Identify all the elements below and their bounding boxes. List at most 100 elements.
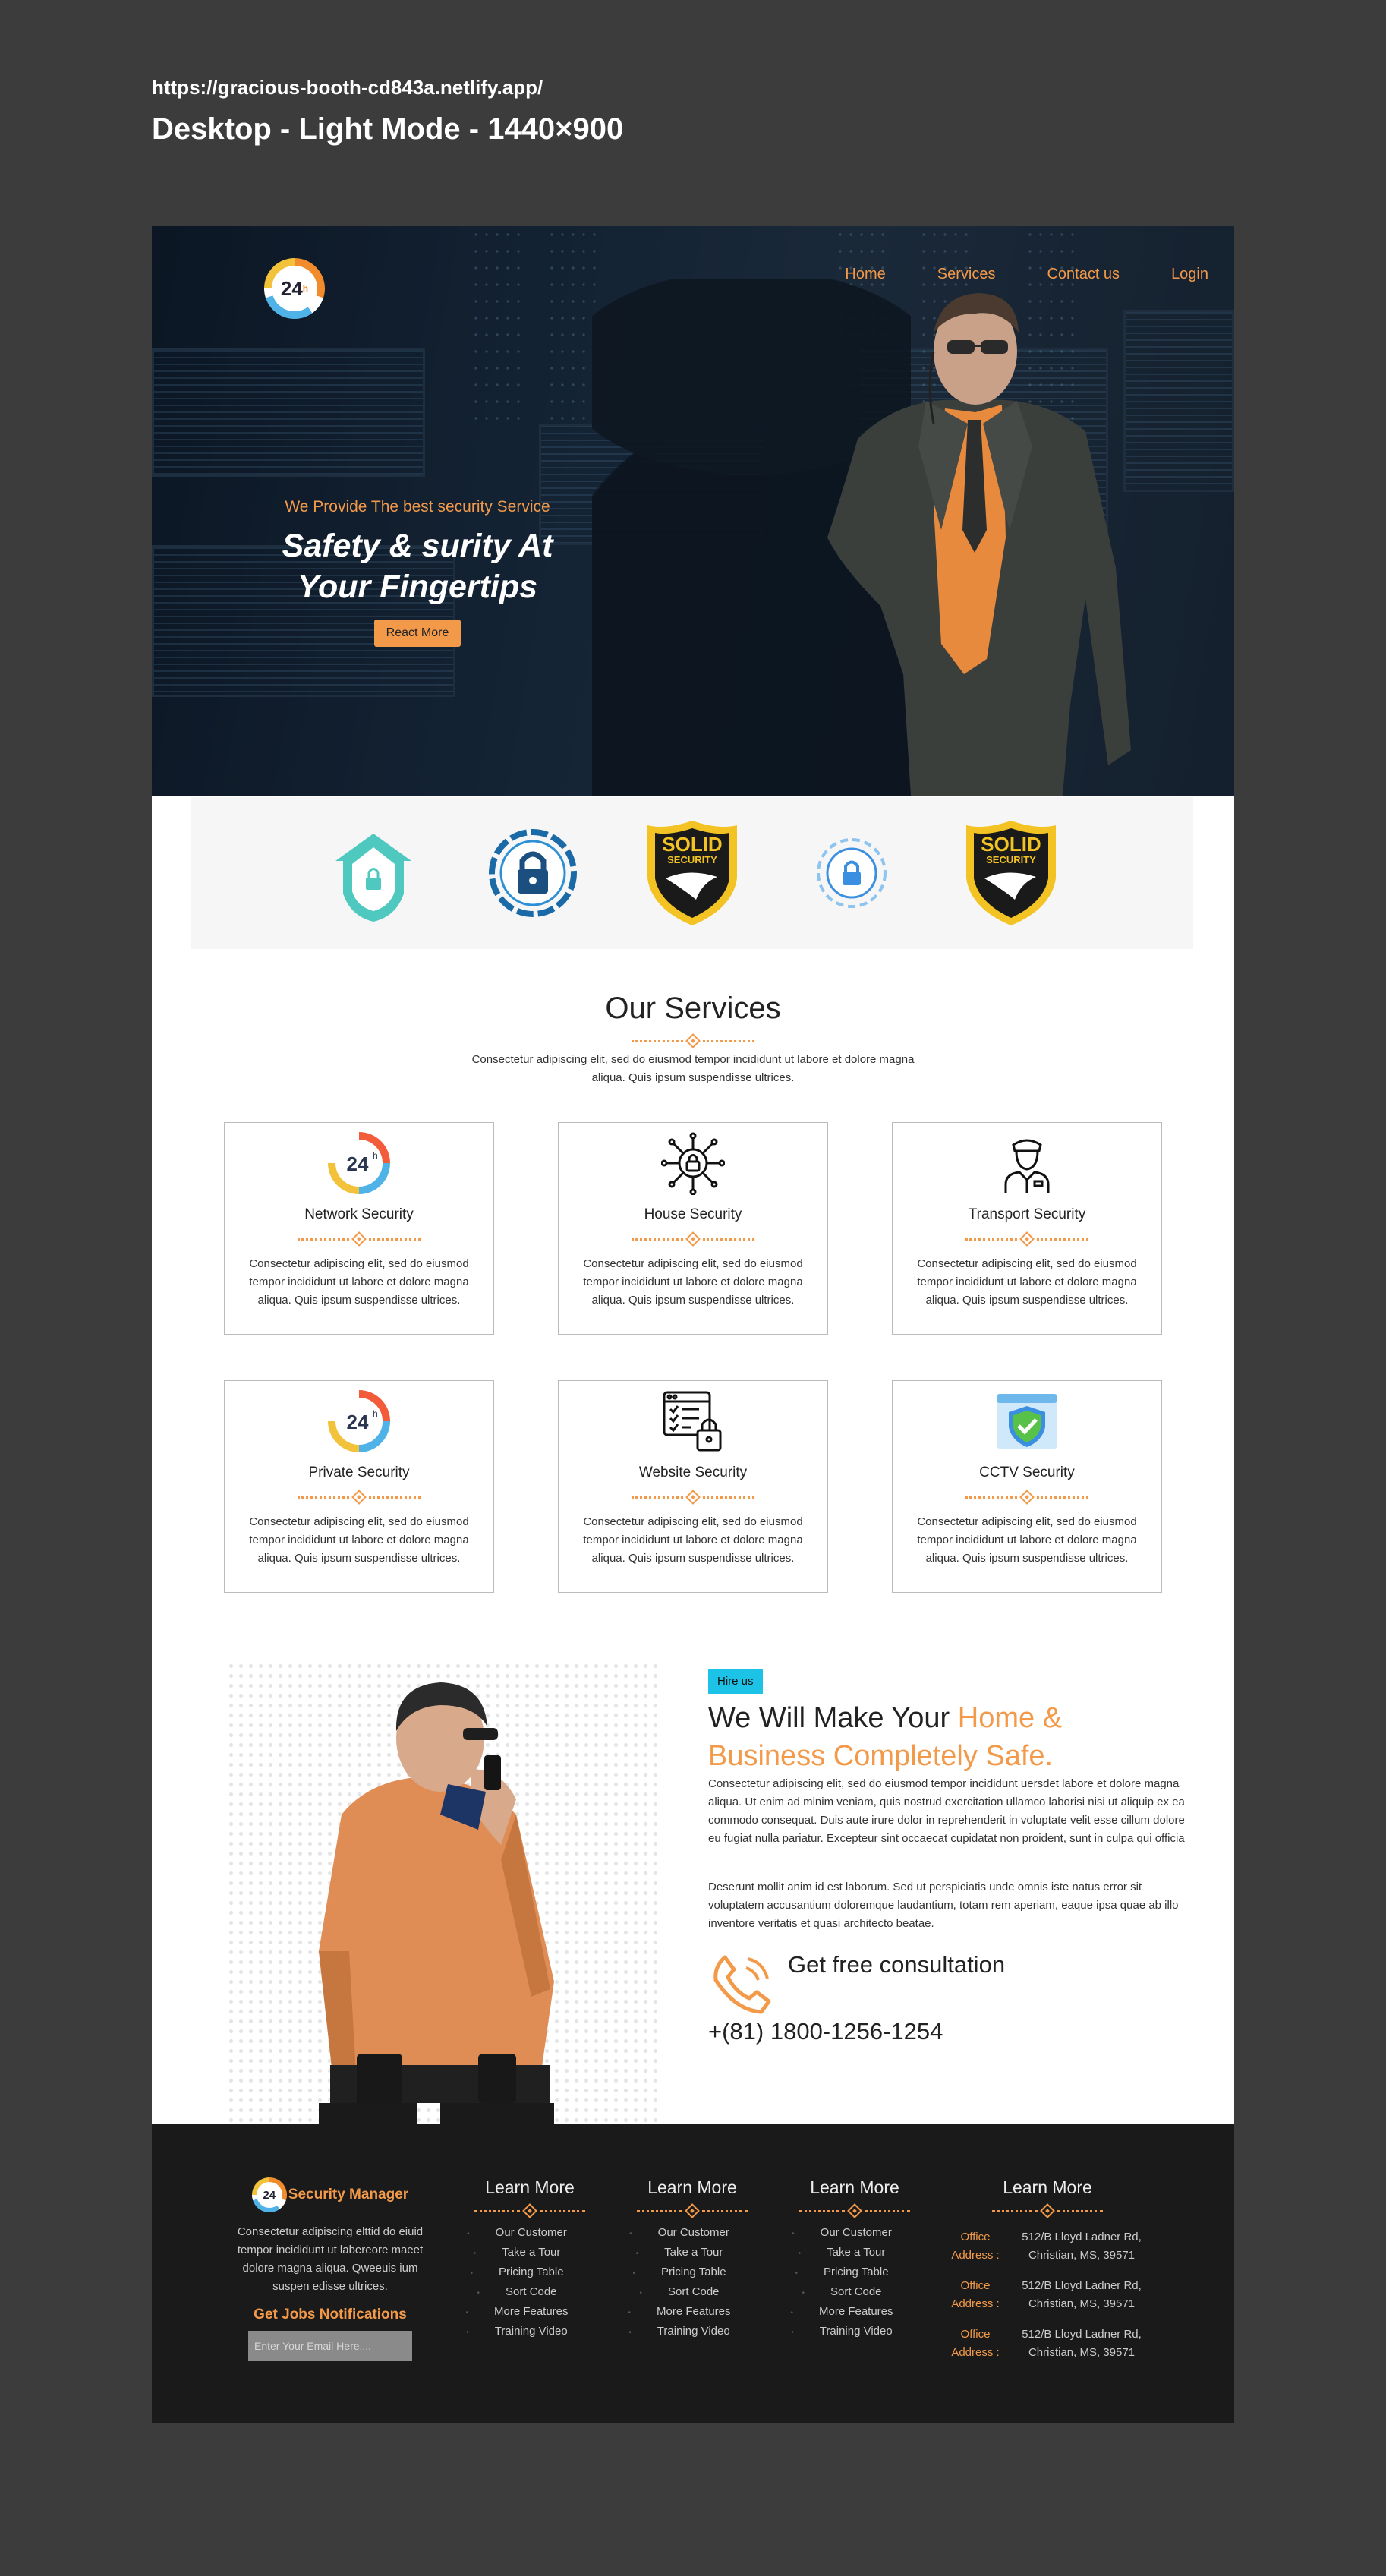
ornament-divider bbox=[941, 2203, 1154, 2218]
guard-with-radio-photo bbox=[319, 1682, 554, 2126]
svg-text:24: 24 bbox=[347, 1411, 369, 1433]
card-description: Consectetur adipiscing elit, sed do eius… bbox=[249, 1257, 469, 1307]
badge-text-security: SECURITY bbox=[986, 854, 1036, 865]
address-line: Christian, MS, 39571 bbox=[1028, 2346, 1136, 2359]
solid-security-shield-icon: SOLID SECURITY bbox=[639, 816, 745, 930]
footer-link[interactable]: Training Video bbox=[461, 2322, 598, 2342]
shield-check-window-icon bbox=[994, 1389, 1060, 1454]
footer-link[interactable]: Pricing Table bbox=[786, 2263, 923, 2283]
hire-title-accent: Business Completely Safe. bbox=[708, 1740, 1054, 1772]
footer-link[interactable]: Pricing Table bbox=[624, 2263, 761, 2283]
hero-text: We Provide The best security Service Saf… bbox=[243, 498, 592, 647]
footer-link[interactable]: More Features bbox=[786, 2303, 923, 2322]
footer-link[interactable]: Take a Tour bbox=[624, 2243, 761, 2263]
footer-brand-name: Security Manager bbox=[288, 2187, 409, 2202]
card-description: Consectetur adipiscing elit, sed do eius… bbox=[917, 1515, 1137, 1565]
hero-title-line: Your Fingertips bbox=[297, 569, 538, 605]
address-line: Christian, MS, 39571 bbox=[1028, 2297, 1136, 2310]
footer-column-title: Learn More bbox=[810, 2177, 899, 2197]
services-description: Consectetur adipiscing elit, sed do eius… bbox=[471, 1053, 915, 1084]
service-card[interactable]: 24 h Network Security Consectetur adipisc… bbox=[224, 1122, 494, 1335]
footer-link[interactable]: More Features bbox=[624, 2303, 761, 2322]
ornament-divider bbox=[786, 2203, 923, 2218]
card-description: Consectetur adipiscing elit, sed do eius… bbox=[583, 1515, 803, 1565]
footer-column-title: Learn More bbox=[485, 2177, 575, 2197]
hire-us-tag: Hire us bbox=[708, 1669, 763, 1694]
footer-column-title: Learn More bbox=[1003, 2177, 1092, 2197]
24h-icon: 24 h bbox=[326, 1389, 392, 1454]
brand-logo[interactable]: 24 h bbox=[264, 258, 325, 319]
service-card[interactable]: Website Security Consectetur adipiscing … bbox=[558, 1380, 828, 1593]
digital-lock-icon bbox=[799, 816, 905, 930]
ornament-divider bbox=[225, 1231, 493, 1247]
ornament-divider bbox=[893, 1231, 1161, 1247]
badge-text-solid: SOLID bbox=[981, 833, 1041, 856]
footer-logo[interactable]: 24 bbox=[251, 2177, 287, 2212]
footer-link[interactable]: Sort Code bbox=[461, 2283, 598, 2303]
email-field[interactable] bbox=[248, 2331, 412, 2361]
padlock-ring-icon bbox=[480, 816, 586, 930]
footer-link[interactable]: Our Customer bbox=[461, 2224, 598, 2243]
jobs-notification-title: Get Jobs Notifications bbox=[254, 2306, 407, 2322]
ornament-divider bbox=[893, 1490, 1161, 1505]
nav-contact[interactable]: Contact us bbox=[1021, 266, 1145, 283]
ornament-divider bbox=[624, 2203, 761, 2218]
footer-link[interactable]: Sort Code bbox=[786, 2283, 923, 2303]
address-line: 512/B Lloyd Ladner Rd, bbox=[1022, 2328, 1142, 2341]
card-title: CCTV Security bbox=[979, 1465, 1075, 1480]
frame-title: Desktop - Light Mode - 1440×900 bbox=[152, 112, 624, 146]
service-card[interactable]: House Security Consectetur adipiscing el… bbox=[558, 1122, 828, 1335]
hire-title-plain: We Will Make Your bbox=[708, 1702, 958, 1734]
nav-home[interactable]: Home bbox=[845, 266, 911, 283]
footer: 24 Security Manager Consectetur adipisci… bbox=[152, 2124, 1234, 2423]
card-description: Consectetur adipiscing elit, sed do eius… bbox=[583, 1257, 803, 1307]
svg-text:h: h bbox=[373, 1150, 378, 1161]
address-label: Office bbox=[960, 2231, 991, 2243]
footer-link[interactable]: Take a Tour bbox=[786, 2243, 923, 2263]
footer-column: Learn More Our Customer Take a Tour Pric… bbox=[461, 2177, 598, 2342]
badge-text-security: SECURITY bbox=[667, 854, 717, 865]
hero-title: Safety & surity At Your Fingertips bbox=[243, 525, 592, 607]
react-more-button[interactable]: React More bbox=[373, 620, 461, 647]
card-description: Consectetur adipiscing elit, sed do eius… bbox=[917, 1257, 1137, 1307]
footer-column: Learn More Our Customer Take a Tour Pric… bbox=[786, 2177, 923, 2342]
ornament-divider bbox=[461, 2203, 598, 2218]
footer-link[interactable]: Take a Tour bbox=[461, 2243, 598, 2263]
hero-section: 24 h Home Services Contact us Login We Pr… bbox=[152, 226, 1234, 796]
service-card[interactable]: CCTV Security Consectetur adipiscing eli… bbox=[892, 1380, 1162, 1593]
nav-services[interactable]: Services bbox=[912, 266, 1022, 283]
main-nav: Home Services Contact us Login bbox=[845, 266, 1234, 283]
service-card[interactable]: 24 h Private Security Consectetur adipisc… bbox=[224, 1380, 494, 1593]
consultation-label: Get free consultation bbox=[788, 1951, 1006, 1978]
ornament-divider bbox=[559, 1490, 827, 1505]
address-label: Address : bbox=[951, 2297, 1000, 2310]
footer-link[interactable]: Our Customer bbox=[786, 2224, 923, 2243]
footer-link[interactable]: Pricing Table bbox=[461, 2263, 598, 2283]
footer-brand: 24 Security Manager Consectetur adipisci… bbox=[228, 2177, 433, 2361]
footer-link[interactable]: Our Customer bbox=[624, 2224, 761, 2243]
circuit-lock-icon bbox=[660, 1130, 726, 1196]
footer-link[interactable]: Training Video bbox=[786, 2322, 923, 2342]
services-title: Our Services bbox=[605, 992, 781, 1025]
office-address: Office Address : 512/B Lloyd Ladner Rd, Ch… bbox=[941, 2228, 1154, 2265]
card-title: Private Security bbox=[308, 1465, 410, 1480]
footer-column: Learn More Our Customer Take a Tour Pric… bbox=[624, 2177, 761, 2342]
address-label: Address : bbox=[951, 2249, 1000, 2262]
address-line: 512/B Lloyd Ladner Rd, bbox=[1022, 2231, 1142, 2243]
footer-link[interactable]: Sort Code bbox=[624, 2283, 761, 2303]
nav-login[interactable]: Login bbox=[1145, 266, 1234, 283]
logo-sup: h bbox=[302, 283, 309, 294]
service-card[interactable]: Transport Security Consectetur adipiscin… bbox=[892, 1122, 1162, 1335]
footer-link[interactable]: Training Video bbox=[624, 2322, 761, 2342]
card-title: Network Security bbox=[304, 1206, 414, 1222]
hero-title-line: Safety & surity At bbox=[282, 528, 553, 564]
phone-number[interactable]: +(81) 1800-1256-1254 bbox=[708, 2018, 943, 2045]
card-description: Consectetur adipiscing elit, sed do eius… bbox=[249, 1515, 469, 1565]
footer-link[interactable]: More Features bbox=[461, 2303, 598, 2322]
hire-paragraph: Deserunt mollit anim id est laborum. Sed… bbox=[708, 1881, 1179, 1930]
office-address: Office Address : 512/B Lloyd Ladner Rd, Ch… bbox=[941, 2325, 1154, 2362]
footer-logo-text: 24 bbox=[256, 2182, 282, 2208]
hire-title: We Will Make Your Home & Business Comple… bbox=[708, 1699, 1133, 1775]
website-lock-icon bbox=[660, 1389, 726, 1454]
svg-text:24: 24 bbox=[347, 1152, 369, 1175]
